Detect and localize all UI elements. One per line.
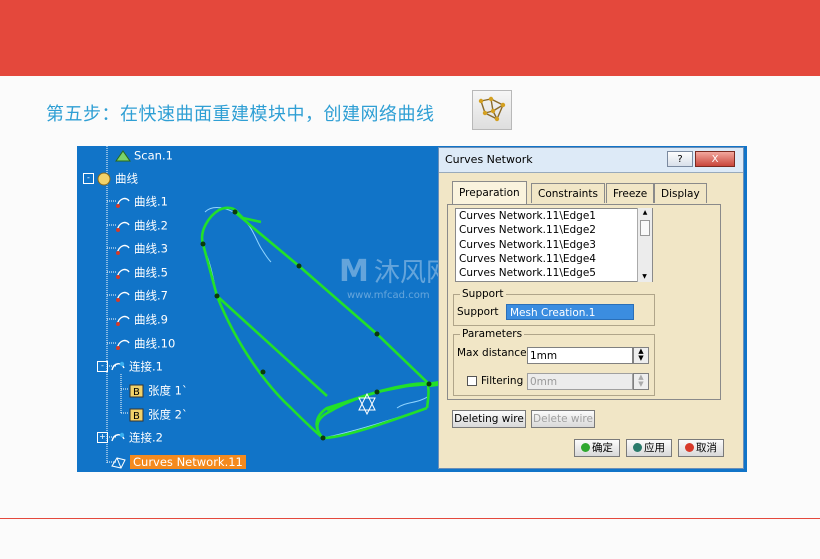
tree-item-label: 曲线.2 xyxy=(134,218,168,233)
tree-item-geometric-set[interactable]: - 曲线 xyxy=(83,169,138,187)
curve-icon xyxy=(115,219,131,233)
tree-item-label: 曲线.3 xyxy=(134,241,168,256)
ok-label: 确定 xyxy=(592,442,613,454)
curves-network-tool-icon[interactable] xyxy=(472,90,512,130)
curves-network-icon xyxy=(111,455,127,469)
curve-icon xyxy=(115,242,131,256)
tree-item-label: 张度 1` xyxy=(148,383,188,398)
deleting-wire-button[interactable]: Deleting wire xyxy=(452,410,526,428)
tab-constraints[interactable]: Constraints xyxy=(531,183,605,203)
ok-button[interactable]: 确定 xyxy=(574,439,620,457)
tree-item-curve-10[interactable]: 曲线.10 xyxy=(115,334,175,352)
tree-item-curve-2[interactable]: 曲线.2 xyxy=(115,216,168,234)
tree-item-label: 曲线.10 xyxy=(134,336,176,351)
join-icon xyxy=(110,431,126,445)
scroll-down-icon[interactable]: ▼ xyxy=(638,272,651,282)
apply-label: 应用 xyxy=(644,442,665,454)
tab-freeze[interactable]: Freeze xyxy=(606,183,655,203)
tree-item-curve-5[interactable]: 曲线.5 xyxy=(115,263,168,281)
svg-text:B: B xyxy=(133,411,140,422)
scan-icon xyxy=(115,149,131,163)
help-button[interactable]: ? xyxy=(667,151,693,167)
tree-item-tension-2[interactable]: B 张度 2` xyxy=(129,405,188,423)
tree-item-scan[interactable]: Scan.1 xyxy=(115,146,173,164)
list-item[interactable]: Curves Network.11\Edge3 xyxy=(456,238,652,252)
footer-divider xyxy=(0,518,820,519)
curve-icon xyxy=(115,266,131,280)
cancel-icon xyxy=(685,443,694,452)
curve-icon xyxy=(115,337,131,351)
dialog-title: Curves Network xyxy=(445,153,533,166)
list-item[interactable]: Curves Network.11\Edge1 xyxy=(456,209,652,223)
support-field[interactable]: Mesh Creation.1 xyxy=(506,304,634,320)
tree-item-curve-1[interactable]: 曲线.1 xyxy=(115,192,168,210)
cancel-button[interactable]: 取消 xyxy=(678,439,724,457)
join-icon xyxy=(110,360,126,374)
parameters-group-label: Parameters xyxy=(462,328,523,340)
list-scrollbar[interactable]: ▲ ▼ xyxy=(637,208,652,282)
dialog-titlebar[interactable]: Curves Network ? X xyxy=(439,148,743,173)
tree-item-tension-1[interactable]: B 张度 1` xyxy=(129,381,188,399)
catia-viewport[interactable]: M 沐风网 www.mfcad.com Scan.1 - 曲线 曲线.1 曲线.… xyxy=(77,146,747,472)
tree-item-label: 连接.2 xyxy=(129,430,163,445)
curve-icon xyxy=(115,313,131,327)
apply-button[interactable]: 应用 xyxy=(626,439,672,457)
support-label: Support xyxy=(457,306,499,318)
tab-display[interactable]: Display xyxy=(654,183,707,203)
tension-icon: B xyxy=(129,384,145,398)
tree-item-label: 连接.1 xyxy=(129,359,163,374)
filtering-label: Filtering xyxy=(481,375,524,387)
curve-icon xyxy=(115,195,131,209)
support-group-label: Support xyxy=(462,288,504,300)
tree-item-label: 张度 2` xyxy=(148,407,188,422)
svg-text:M: M xyxy=(339,254,369,289)
tree-item-label: Curves Network.11 xyxy=(130,454,246,469)
list-item[interactable]: Curves Network.11\Edge2 xyxy=(456,223,652,237)
curve-icon xyxy=(115,289,131,303)
tab-preparation[interactable]: Preparation xyxy=(452,181,527,204)
close-button[interactable]: X xyxy=(695,151,735,167)
tree-item-curves-network[interactable]: Curves Network.11 xyxy=(111,452,246,470)
geometric-set-icon xyxy=(96,172,112,186)
delete-wire-button[interactable]: Delete wire xyxy=(531,410,595,428)
apply-icon xyxy=(633,443,642,452)
ok-icon xyxy=(581,443,590,452)
step-title: 第五步：在快速曲面重建模块中，创建网络曲线 xyxy=(46,104,435,125)
max-distance-label: Max distance xyxy=(457,347,527,359)
max-distance-spinner[interactable]: ▲ ▼ xyxy=(633,347,649,364)
scroll-up-icon[interactable]: ▲ xyxy=(638,208,652,218)
filtering-field[interactable]: 0mm xyxy=(527,373,633,390)
tree-item-label: 曲线.1 xyxy=(134,194,168,209)
tree-item-join-1[interactable]: - 连接.1 xyxy=(97,357,163,375)
tree-item-label: 曲线.9 xyxy=(134,312,168,327)
filtering-spinner[interactable]: ▲ ▼ xyxy=(633,373,649,390)
watermark-logo: M 沐风网 www.mfcad.com xyxy=(339,254,452,301)
list-item[interactable]: Curves Network.11\Edge5 xyxy=(456,266,652,280)
tree-item-label: Scan.1 xyxy=(134,148,173,163)
scroll-thumb[interactable] xyxy=(640,220,650,236)
tree-item-curve-7[interactable]: 曲线.7 xyxy=(115,286,168,304)
max-distance-field[interactable]: 1mm xyxy=(527,347,633,364)
filtering-checkbox[interactable] xyxy=(467,376,477,386)
tree-item-curve-9[interactable]: 曲线.9 xyxy=(115,310,168,328)
tree-item-join-2[interactable]: + 连接.2 xyxy=(97,428,163,446)
tree-item-curve-3[interactable]: 曲线.3 xyxy=(115,239,168,257)
tree-item-label: 曲线.7 xyxy=(134,288,168,303)
cancel-label: 取消 xyxy=(696,442,717,454)
tree-item-label: 曲线 xyxy=(115,171,138,186)
tree-item-label: 曲线.5 xyxy=(134,265,168,280)
svg-text:www.mfcad.com: www.mfcad.com xyxy=(347,290,430,301)
tension-icon: B xyxy=(129,408,145,422)
edge-list[interactable]: Curves Network.11\Edge1 Curves Network.1… xyxy=(455,208,653,282)
collapse-icon[interactable]: - xyxy=(83,173,94,184)
top-banner xyxy=(0,0,820,76)
curves-network-dialog: Curves Network ? X Preparation Constrain… xyxy=(438,147,744,469)
expand-icon[interactable]: + xyxy=(97,432,108,443)
collapse-icon[interactable]: - xyxy=(97,361,108,372)
list-item[interactable]: Curves Network.11\Edge4 xyxy=(456,252,652,266)
svg-text:B: B xyxy=(133,387,140,398)
